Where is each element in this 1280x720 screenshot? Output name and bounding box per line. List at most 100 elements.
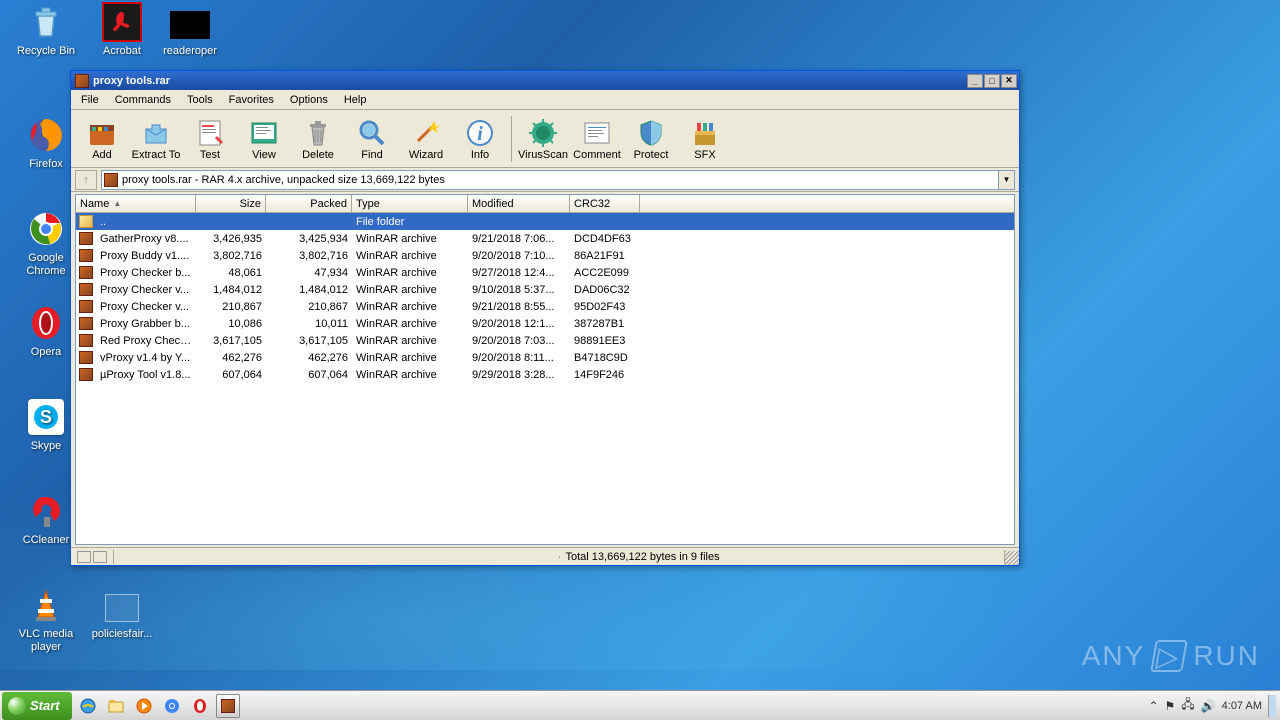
virusscan-button[interactable]: VirusScan <box>516 112 570 166</box>
file-crc: DAD06C32 <box>570 283 640 297</box>
col-modified[interactable]: Modified <box>468 195 570 212</box>
file-type: WinRAR archive <box>352 351 468 365</box>
find-button[interactable]: Find <box>345 112 399 166</box>
menu-file[interactable]: File <box>73 92 107 108</box>
menubar: FileCommandsToolsFavoritesOptionsHelp <box>71 90 1019 110</box>
titlebar[interactable]: proxy tools.rar _ □ ✕ <box>71 71 1019 90</box>
rar-icon <box>79 300 93 313</box>
desktop[interactable]: Recycle BinAcrobatreaderoperFirefoxGoogl… <box>0 0 1280 720</box>
media-player-icon[interactable] <box>132 694 156 718</box>
resize-grip[interactable] <box>1005 551 1019 565</box>
col-type[interactable]: Type <box>352 195 468 212</box>
chrome-taskbar-icon[interactable] <box>160 694 184 718</box>
ie-icon[interactable] <box>76 694 100 718</box>
explorer-icon[interactable] <box>104 694 128 718</box>
col-name[interactable]: Name▲ <box>76 195 196 212</box>
delete-icon <box>302 117 334 149</box>
view-button[interactable]: View <box>237 112 291 166</box>
rar-icon <box>79 334 93 347</box>
clock[interactable]: 4:07 AM <box>1222 700 1262 712</box>
key-icon[interactable] <box>93 551 107 563</box>
file-row[interactable]: Proxy Checker v...1,484,0121,484,012WinR… <box>76 281 1014 298</box>
file-name: vProxy v1.4 by Y... <box>96 351 196 365</box>
file-modified: 9/20/2018 7:10... <box>468 249 570 263</box>
desktop-icon-policiesfair[interactable]: policiesfair... <box>87 585 157 641</box>
file-row[interactable]: Proxy Grabber b...10,08610,011WinRAR arc… <box>76 315 1014 332</box>
extract-button[interactable]: Extract To <box>129 112 183 166</box>
minimize-button[interactable]: _ <box>967 74 983 88</box>
file-packed: 3,802,716 <box>266 249 352 263</box>
system-tray: ⌃ ⚑ 🖧 🔊 4:07 AM <box>1148 695 1280 717</box>
parent-folder-row[interactable]: ..File folder <box>76 213 1014 230</box>
menu-commands[interactable]: Commands <box>107 92 179 108</box>
menu-favorites[interactable]: Favorites <box>221 92 282 108</box>
archive-icon <box>104 173 118 187</box>
file-row[interactable]: GatherProxy v8....3,426,9353,425,934WinR… <box>76 230 1014 247</box>
network-icon[interactable]: 🖧 <box>1181 695 1194 716</box>
window-title: proxy tools.rar <box>93 75 170 87</box>
desktop-icon-acrobat[interactable]: Acrobat <box>87 2 157 58</box>
file-list: Name▲ Size Packed Type Modified CRC32 ..… <box>75 194 1015 545</box>
chevrons-icon[interactable]: ⌃ <box>1148 699 1158 713</box>
policiesfair-icon <box>102 585 142 625</box>
file-row[interactable]: Red Proxy Check...3,617,1053,617,105WinR… <box>76 332 1014 349</box>
toolbar: AddExtract ToTestViewDeleteFindWizardiIn… <box>71 110 1019 168</box>
file-row[interactable]: Proxy Checker b...48,06147,934WinRAR arc… <box>76 264 1014 281</box>
file-row[interactable]: Proxy Buddy v1....3,802,7163,802,716WinR… <box>76 247 1014 264</box>
wizard-button[interactable]: Wizard <box>399 112 453 166</box>
watermark: ANY ▷ RUN <box>1082 640 1260 672</box>
file-type: WinRAR archive <box>352 334 468 348</box>
test-button[interactable]: Test <box>183 112 237 166</box>
add-button[interactable]: Add <box>75 112 129 166</box>
file-crc: 98891EE3 <box>570 334 640 348</box>
desktop-icon-recycle-bin[interactable]: Recycle Bin <box>11 2 81 58</box>
desktop-icon-readeroper[interactable]: readeroper <box>155 2 225 58</box>
col-crc[interactable]: CRC32 <box>570 195 640 212</box>
menu-tools[interactable]: Tools <box>179 92 221 108</box>
status-main <box>114 556 560 558</box>
comment-button[interactable]: Comment <box>570 112 624 166</box>
icon-label: Acrobat <box>87 45 157 58</box>
up-button[interactable]: ↑ <box>75 170 97 190</box>
show-desktop[interactable] <box>1268 695 1276 717</box>
protect-button[interactable]: Protect <box>624 112 678 166</box>
rar-icon <box>79 317 93 330</box>
maximize-button[interactable]: □ <box>984 74 1000 88</box>
path-combo[interactable]: proxy tools.rar - RAR 4.x archive, unpac… <box>101 170 1015 190</box>
opera-taskbar-icon[interactable] <box>188 694 212 718</box>
file-packed: 210,867 <box>266 300 352 314</box>
comment-icon <box>581 117 613 149</box>
file-modified: 9/20/2018 12:1... <box>468 317 570 331</box>
start-orb-icon <box>8 697 26 715</box>
file-modified: 9/21/2018 8:55... <box>468 300 570 314</box>
rar-icon <box>79 266 93 279</box>
file-crc: 86A21F91 <box>570 249 640 263</box>
disk-icon[interactable] <box>77 551 91 563</box>
opera-icon <box>26 303 66 343</box>
info-button[interactable]: iInfo <box>453 112 507 166</box>
winrar-taskbar-icon[interactable] <box>216 694 240 718</box>
volume-icon[interactable]: 🔊 <box>1201 699 1216 713</box>
col-size[interactable]: Size <box>196 195 266 212</box>
sfx-button[interactable]: SFX <box>678 112 732 166</box>
desktop-icon-vlc[interactable]: VLC media player <box>11 585 81 654</box>
col-packed[interactable]: Packed <box>266 195 352 212</box>
file-packed: 607,064 <box>266 368 352 382</box>
file-row[interactable]: µProxy Tool v1.8...607,064607,064WinRAR … <box>76 366 1014 383</box>
test-icon <box>194 117 226 149</box>
start-button[interactable]: Start <box>2 692 72 720</box>
close-button[interactable]: ✕ <box>1001 74 1017 88</box>
delete-button[interactable]: Delete <box>291 112 345 166</box>
rar-icon <box>79 351 93 364</box>
path-text: proxy tools.rar - RAR 4.x archive, unpac… <box>122 174 445 186</box>
menu-help[interactable]: Help <box>336 92 375 108</box>
file-row[interactable]: Proxy Checker v...210,867210,867WinRAR a… <box>76 298 1014 315</box>
file-row[interactable]: vProxy v1.4 by Y...462,276462,276WinRAR … <box>76 349 1014 366</box>
pathbar: ↑ proxy tools.rar - RAR 4.x archive, unp… <box>71 168 1019 192</box>
virusscan-icon <box>527 117 559 149</box>
file-packed: 10,011 <box>266 317 352 331</box>
flag-icon[interactable]: ⚑ <box>1165 699 1176 713</box>
dropdown-icon[interactable]: ▼ <box>998 171 1014 189</box>
menu-options[interactable]: Options <box>282 92 336 108</box>
file-size: 3,426,935 <box>196 232 266 246</box>
